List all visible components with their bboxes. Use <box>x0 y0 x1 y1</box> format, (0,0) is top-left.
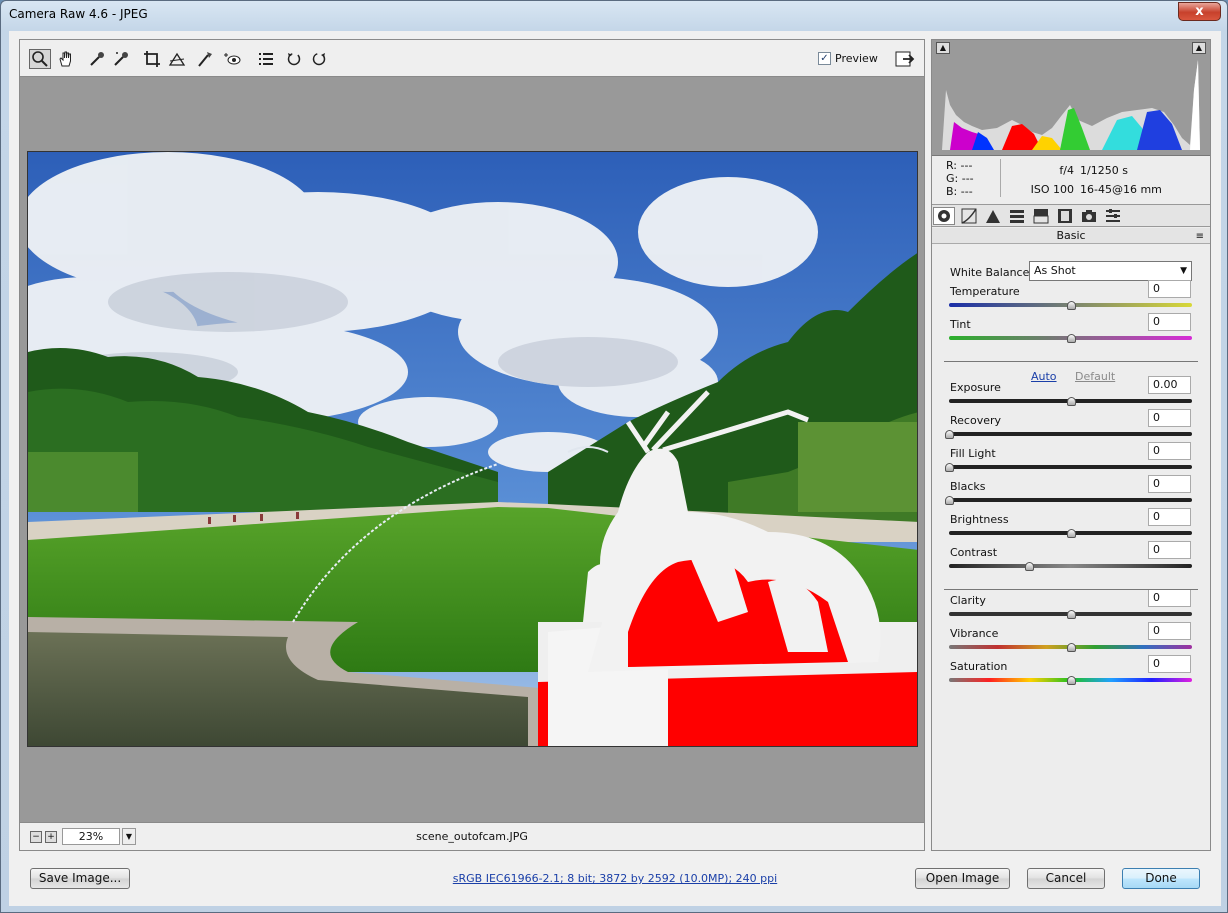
exposure-slider-thumb[interactable] <box>1067 397 1076 406</box>
iso: ISO 100 <box>1030 183 1074 196</box>
b-readout: B: --- <box>946 185 973 198</box>
histogram: ▲ ▲ <box>932 40 1210 156</box>
tint-slider-thumb[interactable] <box>1067 334 1076 343</box>
slider-label-brightness: Brightness <box>950 513 1009 526</box>
contrast-slider-track[interactable] <box>949 564 1192 568</box>
tab-presets-icon[interactable] <box>1102 207 1124 225</box>
slider-label-clarity: Clarity <box>950 594 986 607</box>
adjustments-panel: ▲ ▲ R: --- G: --- B: --- f/4 1/1250 s IS… <box>931 39 1211 851</box>
g-readout: G: --- <box>946 172 974 185</box>
slider-label-saturation: Saturation <box>950 660 1008 673</box>
divider <box>944 589 1198 590</box>
tool-bar: ✓ Preview <box>20 40 924 77</box>
contrast-slider-thumb[interactable] <box>1025 562 1034 571</box>
brightness-value-field[interactable]: 0 <box>1148 508 1191 526</box>
lens: 16-45@16 mm <box>1080 183 1162 196</box>
clarity-slider-thumb[interactable] <box>1067 610 1076 619</box>
preview-status-bar: − + 23% ▼ scene_outofcam.JPG <box>20 822 924 850</box>
filename-label: scene_outofcam.JPG <box>416 830 528 843</box>
rotate-right-icon[interactable] <box>308 49 330 69</box>
fill-light-value-field[interactable]: 0 <box>1148 442 1191 460</box>
slider-label-blacks: Blacks <box>950 480 986 493</box>
panel-section-title: Basic ≡ <box>932 228 1210 244</box>
histogram-graph <box>942 60 1200 150</box>
slider-label-exposure: Exposure <box>950 381 1001 394</box>
recovery-slider-track[interactable] <box>949 432 1192 436</box>
vibrance-slider-thumb[interactable] <box>1067 643 1076 652</box>
preview-panel: ✓ Preview − + 23% ▼ scene_outofcam.JPG <box>19 39 925 851</box>
tab-detail-icon[interactable] <box>982 207 1004 225</box>
rgb-exif-readout: R: --- G: --- B: --- f/4 1/1250 s ISO 100… <box>932 157 1210 201</box>
temperature-value-field[interactable]: 0 <box>1148 280 1191 298</box>
white-balance-tool-icon[interactable] <box>86 49 108 69</box>
zoom-tool-icon[interactable] <box>29 49 51 69</box>
red-eye-tool-icon[interactable] <box>222 49 244 69</box>
tab-basic-icon[interactable] <box>933 207 955 225</box>
saturation-value-field[interactable]: 0 <box>1148 655 1191 673</box>
preview-label: Preview <box>835 52 878 65</box>
title-bar[interactable]: Camera Raw 4.6 - JPEG x <box>1 1 1227 29</box>
blacks-slider-track[interactable] <box>949 498 1192 502</box>
brightness-slider-thumb[interactable] <box>1067 529 1076 538</box>
panel-menu-icon[interactable]: ≡ <box>1196 229 1204 244</box>
open-image-button[interactable]: Open Image <box>915 868 1010 889</box>
readout-divider <box>1000 159 1001 197</box>
fill-light-slider-track[interactable] <box>949 465 1192 469</box>
divider <box>944 361 1198 362</box>
saturation-slider-thumb[interactable] <box>1067 676 1076 685</box>
slider-label-fill-light: Fill Light <box>950 447 996 460</box>
vibrance-value-field[interactable]: 0 <box>1148 622 1191 640</box>
slider-label-contrast: Contrast <box>950 546 998 559</box>
done-button[interactable]: Done <box>1122 868 1200 889</box>
white-balance-label: White Balance: <box>950 266 1034 279</box>
hand-tool-icon[interactable] <box>55 49 77 69</box>
exposure-value-field[interactable]: 0.00 <box>1148 376 1191 394</box>
auto-link[interactable]: Auto <box>1031 370 1057 383</box>
dialog-client: ✓ Preview − + 23% ▼ scene_outofcam.JPG ▲… <box>9 31 1221 906</box>
tab-split-toning-icon[interactable] <box>1030 207 1052 225</box>
r-readout: R: --- <box>946 159 973 172</box>
blacks-slider-thumb[interactable] <box>945 496 954 505</box>
slider-label-recovery: Recovery <box>950 414 1002 427</box>
tab-camera-calibration-icon[interactable] <box>1078 207 1100 225</box>
image-preview[interactable] <box>27 151 918 747</box>
camera-raw-window: Camera Raw 4.6 - JPEG x ✓ Preview − + 23… <box>0 0 1228 913</box>
tab-hsl-icon[interactable] <box>1006 207 1028 225</box>
retouch-tool-icon[interactable] <box>194 49 216 69</box>
straighten-tool-icon[interactable] <box>166 49 188 69</box>
recovery-slider-thumb[interactable] <box>945 430 954 439</box>
white-balance-select[interactable]: As Shot ▼ <box>1029 261 1192 281</box>
slider-label-tint: Tint <box>950 318 971 331</box>
crop-tool-icon[interactable] <box>141 49 163 69</box>
clarity-value-field[interactable]: 0 <box>1148 589 1191 607</box>
contrast-value-field[interactable]: 0 <box>1148 541 1191 559</box>
chevron-down-icon: ▼ <box>1180 266 1187 276</box>
slider-label-temperature: Temperature <box>950 285 1020 298</box>
aperture: f/4 <box>1059 164 1074 177</box>
tab-tone-curve-icon[interactable] <box>958 207 980 225</box>
blacks-value-field[interactable]: 0 <box>1148 475 1191 493</box>
fill-light-slider-thumb[interactable] <box>945 463 954 472</box>
temperature-slider-thumb[interactable] <box>1067 301 1076 310</box>
photo-scene <box>28 152 917 746</box>
cancel-button[interactable]: Cancel <box>1027 868 1105 889</box>
tint-value-field[interactable]: 0 <box>1148 313 1191 331</box>
preview-toggle[interactable]: ✓ Preview <box>818 52 878 65</box>
slider-label-vibrance: Vibrance <box>950 627 999 640</box>
preferences-icon[interactable] <box>255 49 277 69</box>
color-sampler-tool-icon[interactable] <box>110 49 132 69</box>
panel-tabs <box>932 204 1210 227</box>
close-button[interactable]: x <box>1178 2 1221 21</box>
default-link[interactable]: Default <box>1075 370 1115 383</box>
shutter-speed: 1/1250 s <box>1080 164 1128 177</box>
recovery-value-field[interactable]: 0 <box>1148 409 1191 427</box>
white-balance-value: As Shot <box>1034 264 1076 277</box>
tab-lens-corrections-icon[interactable] <box>1054 207 1076 225</box>
full-screen-icon[interactable] <box>894 49 916 69</box>
section-title: Basic <box>1056 229 1086 242</box>
window-title: Camera Raw 4.6 - JPEG <box>9 7 148 21</box>
rotate-left-icon[interactable] <box>283 49 305 69</box>
preview-checkbox[interactable]: ✓ <box>818 52 831 65</box>
